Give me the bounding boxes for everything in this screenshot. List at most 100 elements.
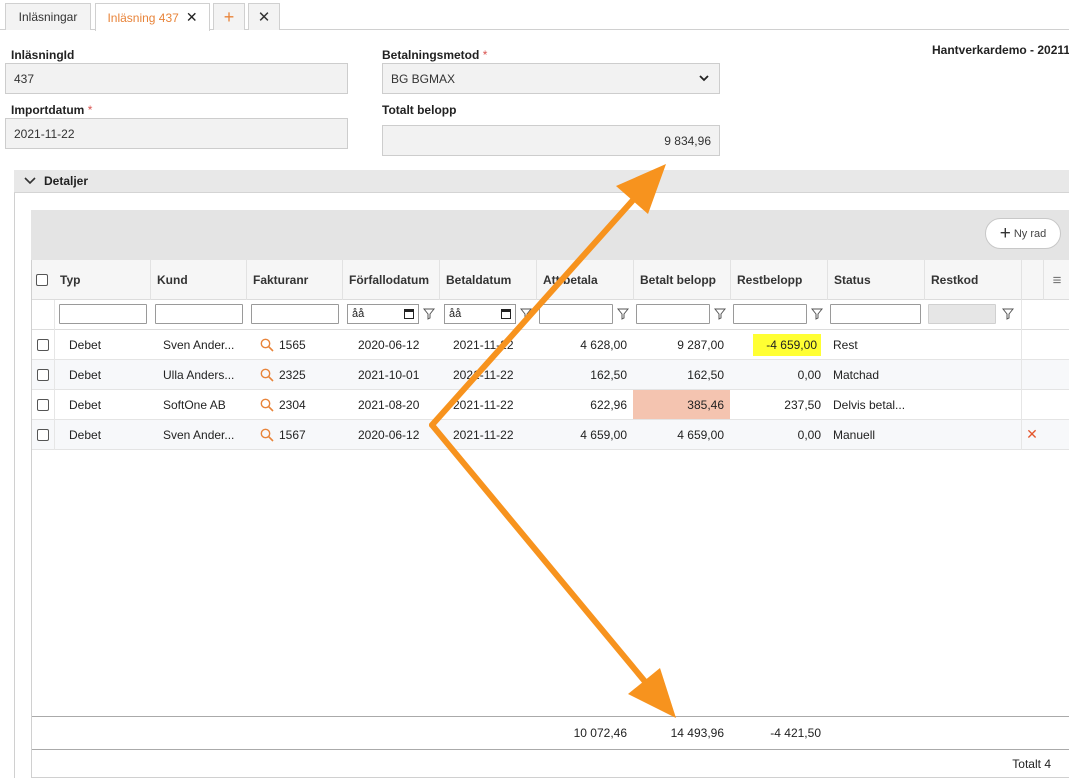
filter-status-input[interactable] (830, 304, 921, 324)
tab-inlasning-437[interactable]: Inläsning 437 ✕ (95, 3, 210, 31)
tab-label: Inläsning 437 (107, 10, 179, 25)
close-tabs-button[interactable]: ✕ (248, 3, 280, 30)
column-header-betalt-belopp[interactable]: Betalt belopp (633, 260, 730, 300)
select-all-checkbox[interactable] (36, 274, 48, 286)
table-row[interactable]: Debet Sven Ander... 1565 2020-06-12 2021… (32, 330, 1069, 360)
cell-forfallodatum: 2020-06-12 (358, 427, 420, 442)
filter-funnel-icon[interactable] (520, 308, 532, 320)
cell-fakturanr[interactable]: 1567 (260, 420, 340, 449)
chevron-down-icon (699, 75, 709, 82)
column-menu-icon[interactable]: ≡ (1043, 260, 1069, 300)
cell-restbelopp: 0,00 (797, 367, 821, 382)
total-count: Totalt 4 (1012, 757, 1051, 771)
column-header-forfallodatum[interactable]: Förfallodatum (342, 260, 439, 300)
column-header-fakturanr[interactable]: Fakturanr (246, 260, 342, 300)
importdatum-value: 2021-11-22 (14, 126, 75, 141)
grid-footer: Totalt 4 (32, 750, 1069, 778)
cell-att-betala: 4 659,00 (580, 427, 627, 442)
inlasningid-field[interactable]: 437 (5, 63, 348, 94)
column-header-typ[interactable]: Typ (54, 260, 150, 300)
filter-funnel-icon[interactable] (423, 308, 435, 320)
fakturanr-value: 1565 (279, 337, 306, 352)
column-header-restkod[interactable]: Restkod (924, 260, 1021, 300)
filter-betaldatum-input[interactable]: åå (444, 304, 516, 324)
column-header-status[interactable]: Status (827, 260, 924, 300)
filter-restkod-input (928, 304, 996, 324)
totalt-belopp-field[interactable]: 9 834,96 (382, 125, 720, 156)
grid-toolbar: + Ny rad (31, 210, 1069, 260)
filter-kund-input[interactable] (155, 304, 243, 324)
cell-kund: Sven Ander... (163, 427, 235, 442)
delete-icon[interactable] (1021, 360, 1043, 389)
row-checkbox[interactable] (37, 369, 49, 381)
cell-att-betala: 162,50 (590, 367, 627, 382)
fakturanr-value: 1567 (279, 427, 306, 442)
cell-forfallodatum: 2020-06-12 (358, 337, 420, 352)
tab-bar: Inläsningar Inläsning 437 ✕ + ✕ (0, 0, 1069, 31)
filter-restbelopp-input[interactable] (733, 304, 807, 324)
table-row[interactable]: Debet Ulla Anders... 2325 2021-10-01 202… (32, 360, 1069, 390)
calendar-icon[interactable] (404, 309, 414, 319)
column-header-action (1021, 260, 1043, 300)
row-checkbox[interactable] (37, 429, 49, 441)
section-detaljer[interactable]: Detaljer (14, 170, 1069, 193)
column-header-betaldatum[interactable]: Betaldatum (439, 260, 536, 300)
cell-betaldatum: 2021-11-22 (453, 367, 514, 382)
cell-kund: Sven Ander... (163, 337, 235, 352)
cell-fakturanr[interactable]: 2325 (260, 360, 340, 389)
filter-funnel-icon[interactable] (811, 308, 823, 320)
sum-betalt-belopp: 14 493,96 (670, 726, 724, 740)
calendar-icon[interactable] (501, 309, 511, 319)
cell-betalt-belopp: 162,50 (687, 367, 724, 382)
add-tab-button[interactable]: + (213, 3, 245, 30)
row-checkbox[interactable] (37, 399, 49, 411)
cell-typ: Debet (69, 427, 102, 442)
sum-row: 10 072,46 14 493,96 -4 421,50 (32, 716, 1069, 750)
cell-att-betala: 622,96 (590, 397, 627, 412)
date-placeholder: åå (449, 308, 462, 320)
search-icon[interactable] (260, 368, 274, 382)
filter-typ-input[interactable] (59, 304, 147, 324)
search-icon[interactable] (260, 398, 274, 412)
totalt-belopp-label: Totalt belopp (382, 103, 457, 117)
cell-betaldatum: 2021-11-22 (453, 427, 514, 442)
cell-fakturanr[interactable]: 2304 (260, 390, 340, 419)
cell-kund: Ulla Anders... (163, 367, 235, 382)
totalt-belopp-value: 9 834,96 (664, 133, 711, 148)
restbelopp-value: -4 659,00 (766, 338, 817, 352)
tab-inlasningar[interactable]: Inläsningar (5, 3, 91, 30)
grid-header: Typ Kund Fakturanr Förfallodatum Betalda… (32, 260, 1069, 300)
filter-funnel-icon[interactable] (1002, 308, 1014, 320)
column-header-att-betala[interactable]: Att betala (536, 260, 633, 300)
column-header-restbelopp[interactable]: Restbelopp (730, 260, 827, 300)
cell-fakturanr[interactable]: 1565 (260, 330, 340, 359)
chevron-down-icon (24, 177, 36, 185)
filter-att-betala-input[interactable] (539, 304, 613, 324)
close-icon[interactable]: ✕ (186, 9, 198, 26)
search-icon[interactable] (260, 428, 274, 442)
cell-status: Rest (833, 337, 858, 352)
importdatum-field[interactable]: 2021-11-22 (5, 118, 348, 149)
delete-icon[interactable]: ✕ (1021, 420, 1043, 449)
table-row[interactable]: Debet Sven Ander... 1567 2020-06-12 2021… (32, 420, 1069, 450)
cell-typ: Debet (69, 337, 102, 352)
delete-icon[interactable] (1021, 390, 1043, 419)
cell-betalt-belopp: 4 659,00 (677, 427, 724, 442)
column-header-kund[interactable]: Kund (150, 260, 246, 300)
search-icon[interactable] (260, 338, 274, 352)
column-divider (1021, 300, 1022, 450)
table-row[interactable]: Debet SoftOne AB 2304 2021-08-20 2021-11… (32, 390, 1069, 420)
filter-funnel-icon[interactable] (617, 308, 629, 320)
cell-restbelopp: 237,50 (784, 397, 821, 412)
filter-funnel-icon[interactable] (714, 308, 726, 320)
ny-rad-button[interactable]: + Ny rad (985, 218, 1061, 249)
column-divider (54, 300, 55, 450)
filter-forfallodatum-input[interactable]: åå (347, 304, 419, 324)
delete-icon[interactable] (1021, 330, 1043, 359)
tab-label: Inläsningar (18, 10, 78, 24)
filter-fakturanr-input[interactable] (251, 304, 339, 324)
row-checkbox[interactable] (37, 339, 49, 351)
betalningsmetod-select[interactable]: BG BGMAX (382, 63, 720, 94)
cell-forfallodatum: 2021-08-20 (358, 397, 420, 412)
filter-betalt-belopp-input[interactable] (636, 304, 710, 324)
